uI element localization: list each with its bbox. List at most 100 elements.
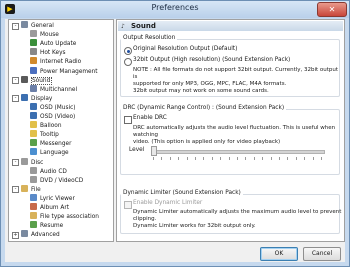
tree-item[interactable]: General [21, 21, 54, 29]
file-type-icon [30, 212, 37, 220]
slider-tick [304, 157, 306, 160]
tree-item[interactable]: Sound [21, 75, 53, 85]
dynamic-limiter-description: Dynamic Limiter automatically adjusts th… [133, 209, 344, 230]
mouse-icon [30, 30, 37, 38]
title-bar[interactable]: ▶ Preferences ✕ [1, 1, 349, 18]
close-button[interactable]: ✕ [317, 2, 347, 17]
slider-tick [220, 157, 222, 160]
output-resolution-title: Output Resolution [121, 35, 178, 41]
slider-tick [153, 157, 154, 160]
tree-item-label: Language [40, 150, 69, 157]
tree-item-label: Lyric Viewer [40, 195, 75, 202]
original-resolution-radio[interactable] [124, 47, 132, 55]
dynamic-limiter-description-line: Dynamic Limiter works for 32bit output o… [133, 223, 256, 229]
settings-panel: ♪ Sound Output Resolution Original Resol… [116, 19, 345, 242]
slider-tick [211, 157, 213, 160]
slider-tick [287, 157, 289, 160]
slider-tick [312, 157, 314, 160]
tree-item[interactable]: OSD (Video) [30, 112, 75, 120]
slider-tick [228, 157, 230, 160]
tree-item-label: File [31, 186, 41, 193]
tree-expander[interactable]: - [12, 186, 19, 194]
drc-level-slider-thumb[interactable] [151, 146, 157, 156]
slider-tick [169, 157, 171, 160]
tree-expander[interactable]: - [12, 95, 19, 103]
slider-tick [253, 157, 255, 160]
enable-drc-label[interactable]: Enable DRC [133, 115, 167, 121]
tree-item[interactable]: DVD / VideoCD [30, 175, 83, 184]
drc-title: DRC (Dynamic Range Control) : (Sound Ext… [121, 105, 287, 111]
general-icon [21, 21, 28, 28]
tooltip-icon [30, 130, 37, 138]
messenger-icon [30, 139, 37, 147]
tree-item[interactable]: File [21, 184, 41, 193]
tree-item[interactable]: Disc [21, 157, 44, 166]
radio-icon [30, 57, 37, 65]
tree-item[interactable]: Power Management [30, 66, 98, 75]
slider-tick [186, 157, 188, 160]
tree-item[interactable]: Messenger [30, 139, 71, 147]
tree-expander[interactable]: + [12, 231, 19, 239]
osd-music-icon [30, 102, 37, 110]
tree-item-label: Album Art [40, 205, 70, 211]
tree-item[interactable]: Lyric Viewer [30, 193, 75, 202]
slider-tick [279, 157, 280, 160]
tree-expander[interactable]: - [12, 22, 19, 30]
speaker-icon [21, 75, 28, 83]
tree-item-label: Hot Keys [40, 50, 66, 57]
multichannel-icon [30, 84, 37, 92]
cancel-button[interactable]: Cancel [303, 247, 341, 261]
enable-dynamic-limiter-checkbox[interactable] [124, 201, 132, 209]
tree-item[interactable]: File type association [30, 212, 99, 220]
tree-expander[interactable]: - [12, 77, 19, 85]
tree-item[interactable]: Language [30, 148, 69, 156]
balloon-icon [30, 121, 37, 129]
tree-item-label: Balloon [40, 123, 62, 130]
tree-item[interactable]: Audio CD [30, 166, 67, 175]
tree-item[interactable]: OSD (Music) [30, 102, 76, 111]
tree-item[interactable]: Balloon [30, 121, 62, 129]
32bit-output-radio[interactable] [124, 58, 132, 66]
category-tree[interactable]: - General Mouse Auto Update Hot Keys Internet… [8, 19, 114, 242]
tree-item-label: OSD (Music) [40, 104, 76, 111]
tree-item-label: Disc [31, 159, 44, 166]
drc-level-label: Level [129, 147, 145, 153]
tree-item[interactable]: Display [21, 93, 52, 102]
output-note: NOTE : All file formats do not support 3… [133, 67, 344, 95]
tree-item[interactable]: Album Art [30, 203, 69, 211]
tree-item-label: Auto Update [40, 41, 77, 48]
tree-item[interactable]: Hot Keys [30, 48, 66, 56]
32bit-output-label[interactable]: 32bit Output (High resolution) (Sound Ex… [133, 57, 290, 63]
output-note-line: supported for only MP3, OGG, MPC, FLAC, … [133, 81, 287, 87]
tree-item[interactable]: Resume [30, 221, 63, 229]
drc-description-line: DRC automatically adjusts the audio leve… [133, 125, 336, 138]
slider-tick [237, 157, 238, 160]
slider-tick [203, 157, 205, 160]
dynamic-limiter-description-line: Dynamic Limiter automatically adjusts th… [133, 209, 342, 222]
tree-item-label: Resume [40, 223, 64, 230]
language-icon [30, 148, 37, 156]
tree-item[interactable]: Auto Update [30, 39, 76, 47]
drc-level-ticks [153, 157, 322, 160]
panel-header: ♪ Sound [118, 21, 343, 31]
tree-item[interactable]: Internet Radio [30, 57, 81, 65]
tree-item[interactable]: Multichannel [30, 84, 77, 93]
original-resolution-label[interactable]: Original Resolution Output (Default) [133, 46, 237, 52]
output-note-line: NOTE : All file formats do not support 3… [133, 67, 339, 80]
tree-item-label: Power Management [40, 68, 98, 75]
tree-item[interactable]: Mouse [30, 30, 59, 38]
drc-level-slider-track[interactable] [151, 150, 325, 154]
update-icon [30, 39, 37, 47]
tree-expander[interactable]: - [12, 159, 19, 166]
slider-tick [295, 157, 297, 160]
enable-drc-checkbox[interactable] [124, 116, 132, 124]
tree-item-label: Internet Radio [40, 59, 82, 66]
slider-tick [321, 157, 322, 160]
drc-description-line: video. (This option is applied only for … [133, 139, 281, 145]
tree-item[interactable]: Tooltip [30, 130, 59, 138]
ok-button[interactable]: OK [260, 247, 298, 261]
enable-dynamic-limiter-label[interactable]: Enable Dynamic Limiter [133, 200, 202, 206]
resume-icon [30, 221, 37, 229]
panel-title: Sound [131, 22, 156, 30]
tree-item[interactable]: Advanced [21, 230, 60, 238]
